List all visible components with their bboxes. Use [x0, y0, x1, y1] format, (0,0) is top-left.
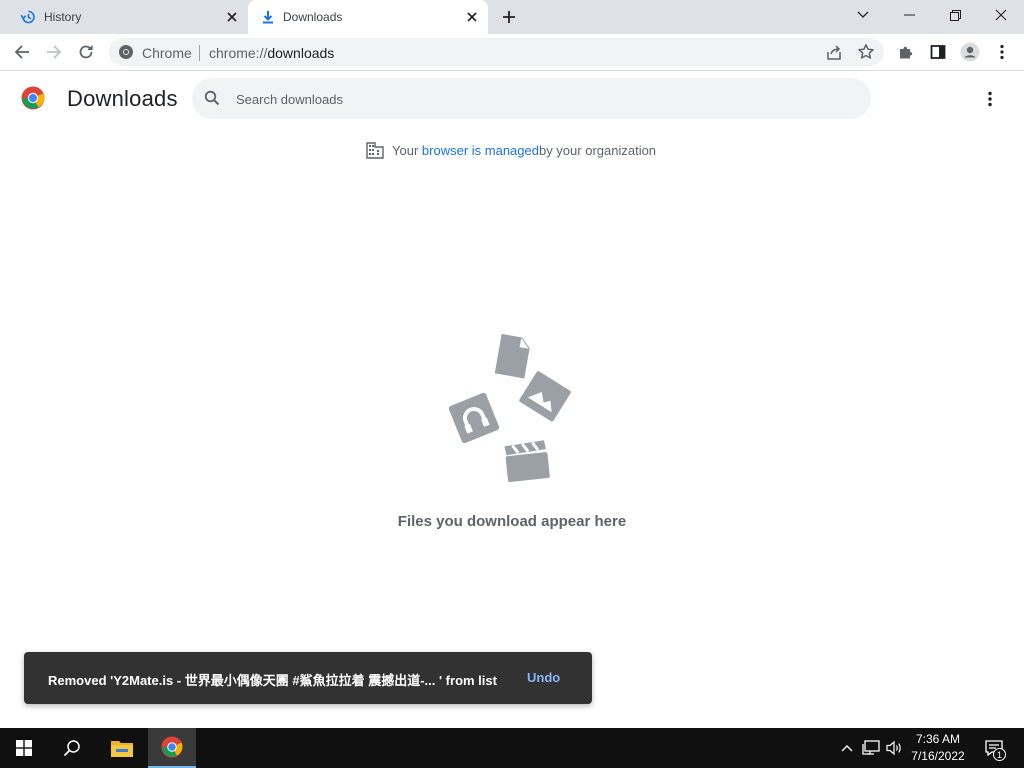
- omnibox-separator: [199, 45, 200, 61]
- new-tab-button[interactable]: [497, 5, 521, 29]
- downloads-menu-button[interactable]: [979, 88, 1001, 110]
- share-icon[interactable]: [825, 44, 843, 62]
- tab-downloads[interactable]: Downloads: [248, 0, 488, 34]
- managed-prefix: Your: [392, 142, 419, 158]
- tab-history-close-icon[interactable]: [224, 9, 240, 25]
- folder-icon: [111, 741, 133, 757]
- reload-icon: [79, 45, 93, 59]
- back-button[interactable]: [10, 40, 34, 64]
- removed-toast: Removed 'Y2Mate.is - 世界最小偶像天團 #鯊魚拉拉着 震撼出…: [24, 652, 592, 704]
- arrow-right-icon: [47, 45, 62, 59]
- url-text[interactable]: chrome://downloads: [209, 45, 334, 61]
- managed-suffix: by your organization: [538, 142, 657, 158]
- empty-state-message: Files you download appear here: [397, 513, 627, 530]
- chevron-down-icon: [857, 11, 869, 18]
- history-icon: [20, 10, 35, 24]
- image-icon: [519, 371, 571, 422]
- document-icon: [494, 333, 530, 379]
- address-bar[interactable]: Chrome chrome://downloads: [109, 38, 884, 66]
- audio-icon: [448, 392, 500, 444]
- tab-history-title: History: [44, 10, 82, 24]
- empty-downloads-illustration: [448, 333, 571, 482]
- page-title: Downloads: [67, 86, 178, 111]
- tab-downloads-close-icon[interactable]: [464, 9, 480, 25]
- search-icon: [63, 740, 80, 757]
- building-icon: [366, 142, 384, 159]
- restore-button[interactable]: [932, 0, 978, 30]
- undo-button[interactable]: Undo: [527, 670, 560, 685]
- network-icon: [862, 740, 880, 755]
- volume-icon: [886, 740, 901, 756]
- windows-taskbar: 7:36 AM 7/16/2022 1: [0, 728, 1024, 768]
- clock-time: 7:36 AM: [915, 732, 961, 746]
- profile-avatar-icon: [960, 42, 980, 62]
- browser-managed-link[interactable]: browser is managed: [422, 143, 539, 158]
- system-clock[interactable]: 7:36 AM 7/16/2022: [905, 731, 971, 765]
- managed-notice: Your browser is managed by your organiza…: [366, 140, 656, 160]
- arrow-left-icon: [14, 45, 29, 59]
- download-icon: [263, 11, 273, 24]
- chrome-menu-button[interactable]: [990, 40, 1014, 64]
- site-chip-label: Chrome: [142, 45, 192, 61]
- reload-button[interactable]: [74, 40, 98, 64]
- chevron-up-icon: [841, 745, 853, 752]
- more-vert-icon: [988, 91, 992, 107]
- minimize-icon: [903, 14, 915, 16]
- network-button[interactable]: [862, 739, 880, 757]
- notification-count-badge: 1: [993, 748, 1006, 761]
- plus-icon: [503, 11, 515, 23]
- close-icon: [995, 9, 1007, 21]
- profile-button[interactable]: [958, 40, 982, 64]
- bookmark-star-icon[interactable]: [857, 43, 875, 61]
- puzzle-icon: [900, 46, 913, 59]
- search-icon: [204, 90, 220, 106]
- minimize-button[interactable]: [886, 0, 932, 30]
- taskbar-search-button[interactable]: [48, 728, 96, 768]
- tray-overflow-button[interactable]: [838, 739, 856, 757]
- side-panel-button[interactable]: [926, 40, 950, 64]
- tab-strip: History Downloads: [0, 0, 1024, 34]
- more-vert-icon: [1000, 44, 1004, 60]
- taskbar-file-explorer[interactable]: [98, 728, 146, 768]
- chrome-site-icon: [119, 45, 133, 59]
- toast-message: Removed 'Y2Mate.is - 世界最小偶像天團 #鯊魚拉拉着 震撼出…: [48, 673, 497, 688]
- restore-icon: [949, 9, 961, 21]
- chrome-logo-icon: [21, 86, 45, 110]
- search-box[interactable]: [192, 78, 871, 119]
- extensions-button[interactable]: [894, 40, 918, 64]
- side-panel-icon: [930, 45, 946, 59]
- start-button[interactable]: [0, 728, 48, 768]
- browser-toolbar: Chrome chrome://downloads: [0, 34, 1024, 71]
- forward-button[interactable]: [42, 40, 66, 64]
- close-window-button[interactable]: [978, 0, 1024, 30]
- chrome-logo-icon: [161, 736, 183, 758]
- tab-downloads-title: Downloads: [283, 10, 343, 24]
- volume-button[interactable]: [886, 739, 904, 757]
- tab-history[interactable]: History: [0, 0, 248, 34]
- screen: History Downloads Chrome chrome://downlo…: [0, 0, 1024, 768]
- taskbar-chrome[interactable]: [148, 728, 196, 768]
- windows-logo-icon: [16, 740, 32, 756]
- search-downloads-input[interactable]: [236, 89, 836, 109]
- clock-date: 7/16/2022: [911, 749, 965, 763]
- video-icon: [504, 440, 550, 482]
- tab-search-button[interactable]: [840, 0, 886, 30]
